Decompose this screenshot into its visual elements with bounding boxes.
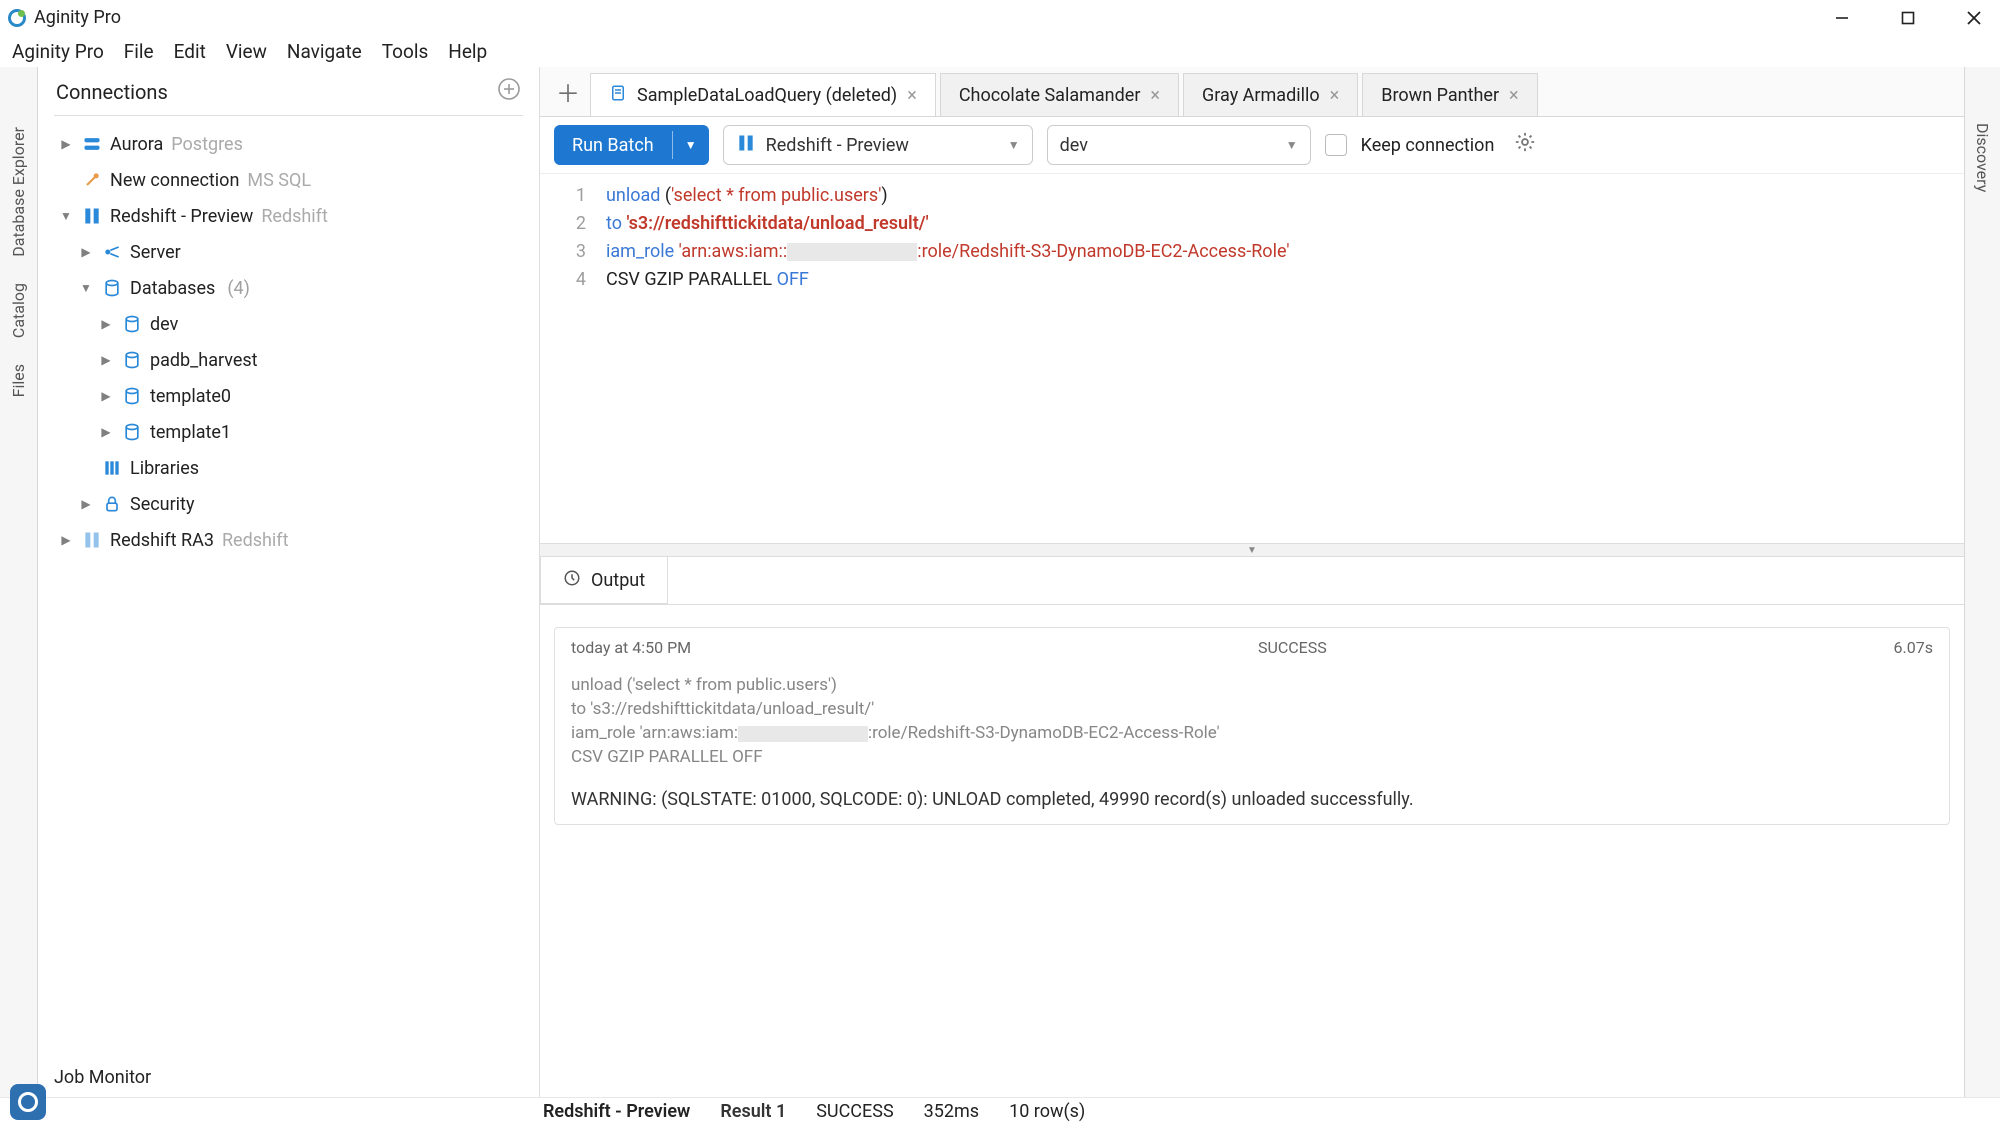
redacted-text (738, 726, 868, 742)
tree-item-server[interactable]: ▶ Server (46, 234, 531, 270)
database-icon (102, 278, 122, 298)
window-minimize-icon[interactable] (1824, 3, 1860, 33)
keep-connection-label: Keep connection (1361, 135, 1495, 156)
output-warning: WARNING: (SQLSTATE: 01000, SQLCODE: 0): … (555, 783, 1949, 824)
redacted-text (787, 243, 917, 261)
new-tab-button[interactable]: ＋ (546, 67, 590, 116)
output-status: SUCCESS (691, 638, 1893, 657)
output-card: today at 4:50 PM SUCCESS 6.07s unload ('… (554, 627, 1950, 825)
database-icon (122, 314, 142, 334)
tab-brown-panther[interactable]: Brown Panther × (1362, 73, 1537, 116)
menu-item-view[interactable]: View (226, 40, 267, 63)
output-time: today at 4:50 PM (571, 638, 691, 657)
menu-item-edit[interactable]: Edit (174, 40, 206, 63)
status-bar: Redshift - Preview Result 1 SUCCESS 352m… (0, 1097, 2000, 1125)
code-area[interactable]: unload ('select * from public.users')to … (598, 174, 1964, 543)
tree-item-db-template1[interactable]: ▶ template1 (46, 414, 531, 450)
server-icon (102, 242, 122, 262)
menu-item-tools[interactable]: Tools (382, 40, 429, 63)
output-pane: today at 4:50 PM SUCCESS 6.07s unload ('… (540, 605, 1964, 1097)
app-title: Aginity Pro (34, 7, 121, 28)
menu-bar: Aginity Pro File Edit View Navigate Tool… (0, 35, 2000, 67)
lock-icon (102, 494, 122, 514)
sql-editor[interactable]: 1 2 3 4 unload ('select * from public.us… (540, 173, 1964, 543)
redshift-icon (736, 133, 756, 158)
app-logo-icon (8, 9, 26, 27)
editor-tab-bar: ＋ SampleDataLoadQuery (deleted) × Chocol… (540, 67, 1964, 117)
clock-icon (563, 569, 581, 592)
tree-item-libraries[interactable]: ▶ Libraries (46, 450, 531, 486)
rail-catalog[interactable]: Catalog (9, 283, 28, 338)
status-state: SUCCESS (816, 1101, 893, 1122)
aurora-icon (82, 134, 102, 154)
output-query-echo: unload ('select * from public.users') to… (555, 667, 1949, 783)
add-connection-icon[interactable] (497, 77, 521, 107)
line-gutter: 1 2 3 4 (540, 174, 598, 543)
keep-connection-checkbox[interactable] (1325, 134, 1347, 156)
status-rows: 10 row(s) (1009, 1101, 1085, 1122)
tree-item-db-template0[interactable]: ▶ template0 (46, 378, 531, 414)
tree-item-db-dev[interactable]: ▶ dev (46, 306, 531, 342)
rail-files[interactable]: Files (9, 364, 28, 397)
tab-sample-data-load[interactable]: SampleDataLoadQuery (deleted) × (590, 73, 936, 116)
left-rail: Database Explorer Catalog Files (0, 67, 38, 1097)
pane-splitter[interactable]: ▼ (540, 543, 1964, 557)
query-toolbar: Run Batch ▼ Redshift - Preview ▼ dev ▼ K… (540, 117, 1964, 173)
menu-item-app[interactable]: Aginity Pro (12, 40, 104, 63)
chevron-down-icon: ▼ (1008, 138, 1020, 152)
menu-item-navigate[interactable]: Navigate (287, 40, 362, 63)
redshift-icon (82, 530, 102, 550)
tree-item-redshift-ra3[interactable]: ▶ Redshift RA3 Redshift (46, 522, 531, 558)
rail-database-explorer[interactable]: Database Explorer (9, 127, 28, 257)
window-maximize-icon[interactable] (1890, 3, 1926, 33)
tree-item-db-padb[interactable]: ▶ padb_harvest (46, 342, 531, 378)
close-icon[interactable]: × (907, 85, 917, 106)
run-button[interactable]: Run Batch ▼ (554, 125, 709, 165)
right-rail: Discovery (1964, 67, 2000, 1097)
chevron-down-icon: ▼ (1286, 138, 1298, 152)
tree-item-redshift-preview[interactable]: ▼ Redshift - Preview Redshift (46, 198, 531, 234)
window-close-icon[interactable] (1956, 3, 1992, 33)
close-icon[interactable]: × (1509, 85, 1519, 106)
tab-chocolate-salamander[interactable]: Chocolate Salamander × (940, 73, 1179, 116)
title-bar: Aginity Pro (0, 0, 2000, 35)
menu-item-file[interactable]: File (124, 40, 154, 63)
run-dropdown-icon[interactable]: ▼ (673, 125, 709, 165)
library-icon (102, 458, 122, 478)
file-icon (609, 84, 627, 107)
output-tab-bar: Output (540, 557, 1964, 605)
database-select[interactable]: dev ▼ (1047, 125, 1311, 165)
output-duration: 6.07s (1894, 638, 1933, 657)
database-icon (122, 350, 142, 370)
rail-discovery[interactable]: Discovery (1973, 123, 1992, 1097)
close-icon[interactable]: × (1150, 85, 1160, 106)
tree-item-aurora[interactable]: ▶ Aurora Postgres (46, 126, 531, 162)
database-icon (122, 386, 142, 406)
database-icon (122, 422, 142, 442)
connections-tree: ▶ Aurora Postgres ▶ New connection MS SQ… (38, 126, 539, 558)
output-tab[interactable]: Output (540, 557, 668, 604)
tree-item-databases[interactable]: ▼ Databases (4) (46, 270, 531, 306)
connection-select[interactable]: Redshift - Preview ▼ (723, 125, 1033, 165)
menu-item-help[interactable]: Help (448, 40, 487, 63)
tab-gray-armadillo[interactable]: Gray Armadillo × (1183, 73, 1358, 116)
redshift-icon (82, 206, 102, 226)
sidebar-title: Connections (56, 80, 168, 104)
close-icon[interactable]: × (1330, 85, 1340, 106)
status-ms: 352ms (924, 1101, 979, 1122)
plug-icon (82, 170, 102, 190)
floating-app-icon[interactable] (10, 1084, 46, 1120)
gear-icon[interactable] (1514, 131, 1536, 159)
tree-item-new-connection[interactable]: ▶ New connection MS SQL (46, 162, 531, 198)
job-monitor-button[interactable]: Job Monitor (38, 1057, 539, 1097)
status-connection: Redshift - Preview (543, 1101, 690, 1122)
tree-item-security[interactable]: ▶ Security (46, 486, 531, 522)
status-result: Result 1 (720, 1101, 786, 1122)
sidebar-connections: Connections ▶ Aurora Postgres ▶ New conn… (38, 67, 540, 1097)
